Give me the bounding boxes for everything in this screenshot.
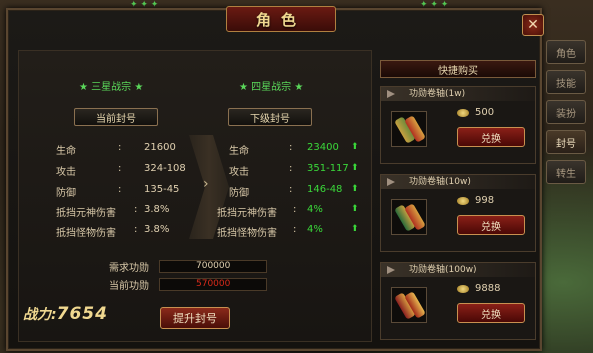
exchange-button[interactable]: 兑换	[457, 303, 525, 323]
exchange-button[interactable]: 兑换	[457, 127, 525, 147]
merit-scroll-icon[interactable]	[391, 199, 427, 235]
price: 500	[457, 107, 494, 118]
gold-coin-icon	[457, 284, 469, 293]
tab-character[interactable]: 角色	[546, 40, 586, 64]
arrow-up-icon: ⬆	[351, 204, 359, 214]
next-stat-row: 防御 : 146-48 ⬆	[229, 184, 359, 199]
current-rank-plate: 当前封号	[74, 108, 158, 126]
next-stat-row: 攻击 : 351-117 ⬆	[229, 163, 359, 178]
current-merit-value: 570000	[159, 278, 267, 291]
arrow-up-icon: ⬆	[351, 142, 359, 152]
merit-scroll-icon[interactable]	[391, 111, 427, 147]
current-stat-row: 防御 : 135-45	[56, 184, 180, 199]
price: 9888	[457, 283, 500, 294]
quick-buy-header: 快捷购买	[380, 60, 536, 78]
shop-item-name: 功勋卷轴(100w)	[381, 263, 535, 277]
arrow-up-icon: ⬆	[351, 224, 359, 234]
shop-item: 功勋卷轴(1w) 500 兑换	[380, 86, 536, 164]
gold-coin-icon	[457, 196, 469, 205]
shop-item: 功勋卷轴(100w) 9888 兑换	[380, 262, 536, 340]
current-stat-row: 攻击 : 324-108	[56, 163, 186, 178]
next-rank-name: ★ 四星战宗 ★	[239, 82, 304, 93]
combat-power: 战力:7654	[23, 304, 108, 324]
shop-item-name: 功勋卷轴(10w)	[381, 175, 535, 189]
price: 998	[457, 195, 494, 206]
rank-info-area: ★ 三星战宗 ★ ★ 四星战宗 ★ 当前封号 下级封号 › 生命 : 21600…	[18, 50, 372, 342]
character-panel: ★ 三星战宗 ★ ★ 四星战宗 ★ 当前封号 下级封号 › 生命 : 21600…	[6, 8, 542, 351]
chevron-right-icon: ›	[203, 176, 209, 192]
shop-item-name: 功勋卷轴(1w)	[381, 87, 535, 101]
exchange-button[interactable]: 兑换	[457, 215, 525, 235]
close-button[interactable]: ✕	[522, 14, 544, 36]
quick-buy-area: 快捷购买 功勋卷轴(1w) 500 兑换 功勋卷轴(10w) 998 兑换 功勋…	[376, 50, 544, 342]
merit-scroll-icon[interactable]	[391, 287, 427, 323]
current-merit-row: 当前功勋 570000	[109, 277, 267, 292]
current-rank-name: ★ 三星战宗 ★	[79, 82, 144, 93]
arrow-up-icon: ⬆	[351, 163, 359, 173]
tab-rebirth[interactable]: 转生	[546, 160, 586, 184]
next-stat-row: 生命 : 23400 ⬆	[229, 142, 359, 157]
tab-outfit[interactable]: 装扮	[546, 100, 586, 124]
required-merit-row: 需求功勋 700000	[109, 259, 267, 274]
window-title: 角色	[226, 6, 336, 32]
tab-title-rank[interactable]: 封号	[546, 130, 586, 154]
gold-coin-icon	[457, 108, 469, 117]
promote-rank-button[interactable]: 提升封号	[160, 307, 230, 329]
current-stat-row: 生命 : 21600	[56, 142, 176, 157]
next-stat-row: 抵挡元神伤害 : 4% ⬆	[217, 204, 359, 219]
next-rank-plate: 下级封号	[228, 108, 312, 126]
next-stat-row: 抵挡怪物伤害 : 4% ⬆	[217, 224, 359, 239]
current-stat-row: 抵挡元神伤害 : 3.8%	[56, 204, 170, 219]
current-stat-row: 抵挡怪物伤害 : 3.8%	[56, 224, 170, 239]
shop-item: 功勋卷轴(10w) 998 兑换	[380, 174, 536, 252]
arrow-up-icon: ⬆	[351, 184, 359, 194]
tab-skills[interactable]: 技能	[546, 70, 586, 94]
required-merit-value: 700000	[159, 260, 267, 273]
